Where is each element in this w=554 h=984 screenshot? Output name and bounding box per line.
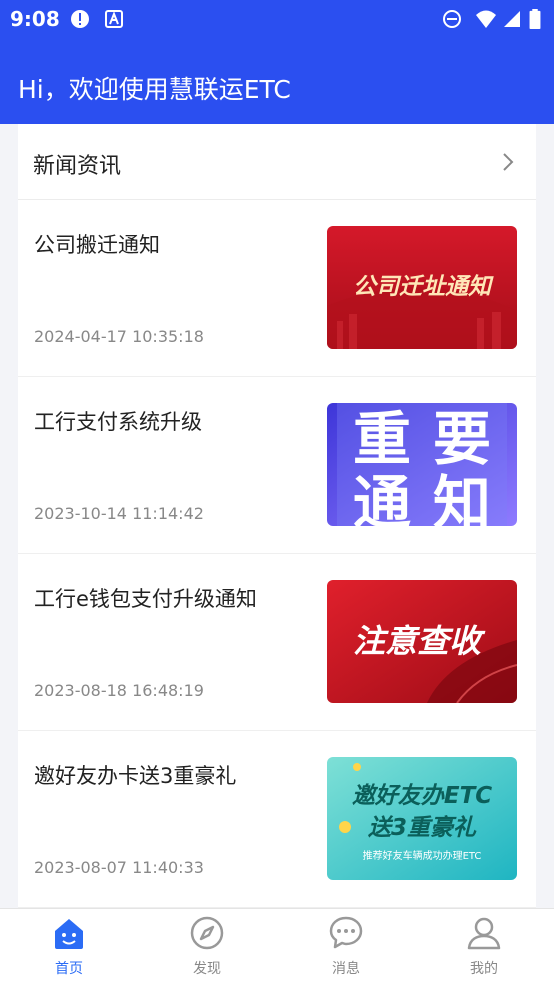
chat-bubble-icon bbox=[329, 916, 363, 949]
news-item-thumbnail: 重 要 通 知 bbox=[327, 403, 517, 526]
do-not-disturb-icon bbox=[443, 10, 461, 28]
tab-home[interactable]: 首页 bbox=[0, 909, 138, 984]
home-icon bbox=[55, 919, 83, 949]
thumbnail-text: 通 bbox=[353, 469, 411, 526]
thumbnail-text: 邀好友办ETC bbox=[352, 783, 492, 809]
wifi-icon bbox=[476, 10, 496, 28]
app-header: 9:08 Hi，欢迎使用慧联运ETC bbox=[0, 0, 554, 124]
news-item[interactable]: 邀好友办卡送3重豪礼 2023-08-07 11:40:33 邀好友办ETC 送… bbox=[18, 731, 536, 908]
tab-profile[interactable]: 我的 bbox=[415, 909, 553, 984]
user-icon bbox=[467, 917, 501, 950]
tab-label: 发现 bbox=[193, 961, 221, 977]
bottom-tab-bar: 首页 发现 消息 我的 bbox=[0, 908, 554, 984]
news-item[interactable]: 工行e钱包支付升级通知 2023-08-18 16:48:19 注意查收 bbox=[18, 554, 536, 731]
news-section-title: 新闻资讯 bbox=[33, 154, 122, 179]
tab-label: 消息 bbox=[332, 961, 360, 977]
thumbnail-text: 注意查收 bbox=[353, 622, 486, 660]
news-item-thumbnail: 注意查收 bbox=[327, 580, 517, 703]
news-item-title: 邀好友办卡送3重豪礼 bbox=[34, 764, 237, 788]
compass-icon bbox=[190, 916, 224, 950]
news-item-title: 工行e钱包支付升级通知 bbox=[34, 587, 257, 611]
status-bar: 9:08 bbox=[0, 0, 554, 38]
news-card: 新闻资讯 公司搬迁通知 2024-04-17 10:35:18 公司迁址通知 工… bbox=[18, 124, 536, 908]
thumbnail-text: 重 bbox=[353, 405, 411, 473]
news-item[interactable]: 公司搬迁通知 2024-04-17 10:35:18 公司迁址通知 bbox=[18, 200, 536, 377]
news-item-date: 2023-08-18 16:48:19 bbox=[34, 681, 204, 700]
news-item-thumbnail: 公司迁址通知 bbox=[327, 226, 517, 349]
tab-label: 首页 bbox=[55, 961, 83, 977]
thumbnail-caption: 推荐好友车辆成功办理ETC bbox=[363, 849, 482, 862]
news-item-title: 工行支付系统升级 bbox=[34, 410, 202, 434]
thumbnail-text: 公司迁址通知 bbox=[353, 274, 494, 300]
signal-icon bbox=[504, 11, 520, 27]
thumbnail-text: 要 bbox=[433, 405, 491, 473]
thumbnail-text: 送3重豪礼 bbox=[368, 815, 477, 841]
news-item-title: 公司搬迁通知 bbox=[34, 233, 160, 257]
news-item[interactable]: 工行支付系统升级 2023-10-14 11:14:42 重 要 通 知 bbox=[18, 377, 536, 554]
news-section-header[interactable]: 新闻资讯 bbox=[18, 124, 536, 200]
news-item-date: 2023-08-07 11:40:33 bbox=[34, 858, 204, 877]
battery-icon bbox=[529, 9, 541, 29]
chevron-right-icon[interactable] bbox=[498, 152, 518, 172]
status-time: 9:08 bbox=[10, 7, 60, 31]
tab-discover[interactable]: 发现 bbox=[138, 909, 276, 984]
news-item-date: 2023-10-14 11:14:42 bbox=[34, 504, 204, 523]
thumbnail-text: 知 bbox=[433, 469, 491, 526]
news-item-thumbnail: 邀好友办ETC 送3重豪礼 推荐好友车辆成功办理ETC bbox=[327, 757, 517, 880]
welcome-title: Hi，欢迎使用慧联运ETC bbox=[18, 75, 291, 104]
tab-messages[interactable]: 消息 bbox=[277, 909, 415, 984]
news-item-date: 2024-04-17 10:35:18 bbox=[34, 327, 204, 346]
tab-label: 我的 bbox=[470, 961, 498, 977]
app-notification-icon bbox=[105, 10, 123, 28]
alert-notification-icon bbox=[71, 10, 89, 28]
